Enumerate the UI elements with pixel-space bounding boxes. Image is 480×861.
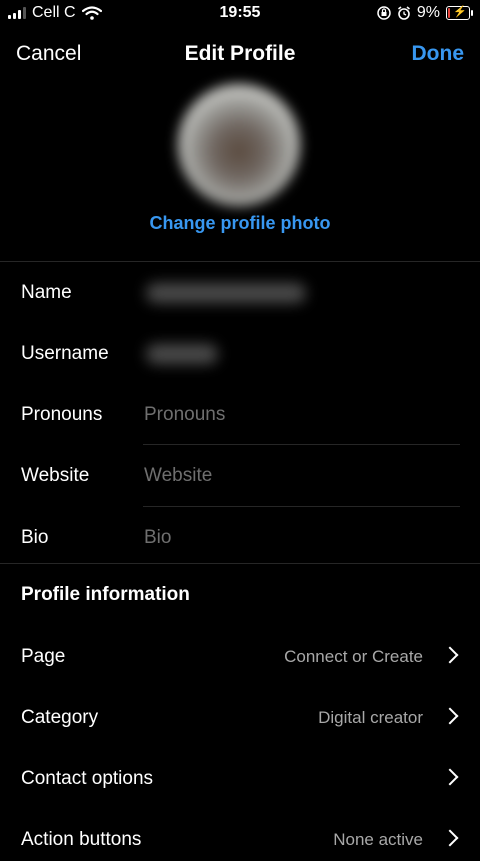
screen-lock-icon (377, 6, 391, 20)
divider (143, 506, 460, 507)
header: Cancel Edit Profile Done (0, 30, 480, 78)
page-label: Page (21, 646, 66, 667)
name-label: Name (21, 282, 72, 303)
status-right: 9% ⚡ (377, 4, 473, 22)
avatar[interactable] (178, 84, 300, 206)
done-button[interactable]: Done (412, 42, 465, 66)
username-label: Username (21, 343, 109, 364)
page-row[interactable]: Page Connect or Create (0, 638, 480, 678)
chevron-right-icon (441, 646, 459, 664)
pronouns-label: Pronouns (21, 404, 103, 425)
category-value: Digital creator (318, 708, 423, 727)
change-profile-photo-button[interactable]: Change profile photo (0, 213, 480, 234)
chevron-right-icon (441, 707, 459, 725)
website-label: Website (21, 465, 90, 486)
website-field[interactable]: Website (144, 465, 212, 487)
cancel-button[interactable]: Cancel (16, 42, 81, 66)
battery-icon: ⚡ (446, 6, 473, 20)
contact-options-label: Contact options (21, 768, 154, 789)
action-buttons-value: None active (333, 830, 423, 849)
username-field[interactable] (146, 344, 218, 364)
section-title: Profile information (21, 584, 190, 605)
bio-field[interactable]: Bio (144, 527, 171, 549)
name-field[interactable] (146, 283, 306, 303)
page-value: Connect or Create (284, 647, 423, 666)
category-label: Category (21, 707, 99, 728)
bio-label: Bio (21, 527, 49, 548)
chevron-right-icon (441, 829, 459, 847)
alarm-icon (397, 6, 410, 20)
chevron-right-icon (441, 768, 459, 786)
battery-percent: 9% (416, 4, 440, 21)
pronouns-field[interactable]: Pronouns (144, 404, 225, 426)
action-buttons-label: Action buttons (21, 829, 142, 850)
divider (143, 444, 460, 445)
action-buttons-row[interactable]: Action buttons None active (0, 821, 480, 861)
status-bar: Cell C 19:55 9% ⚡ (0, 0, 480, 28)
category-row[interactable]: Category Digital creator (0, 699, 480, 739)
contact-options-row[interactable]: Contact options (0, 760, 480, 800)
divider (0, 563, 480, 564)
divider (0, 261, 480, 262)
